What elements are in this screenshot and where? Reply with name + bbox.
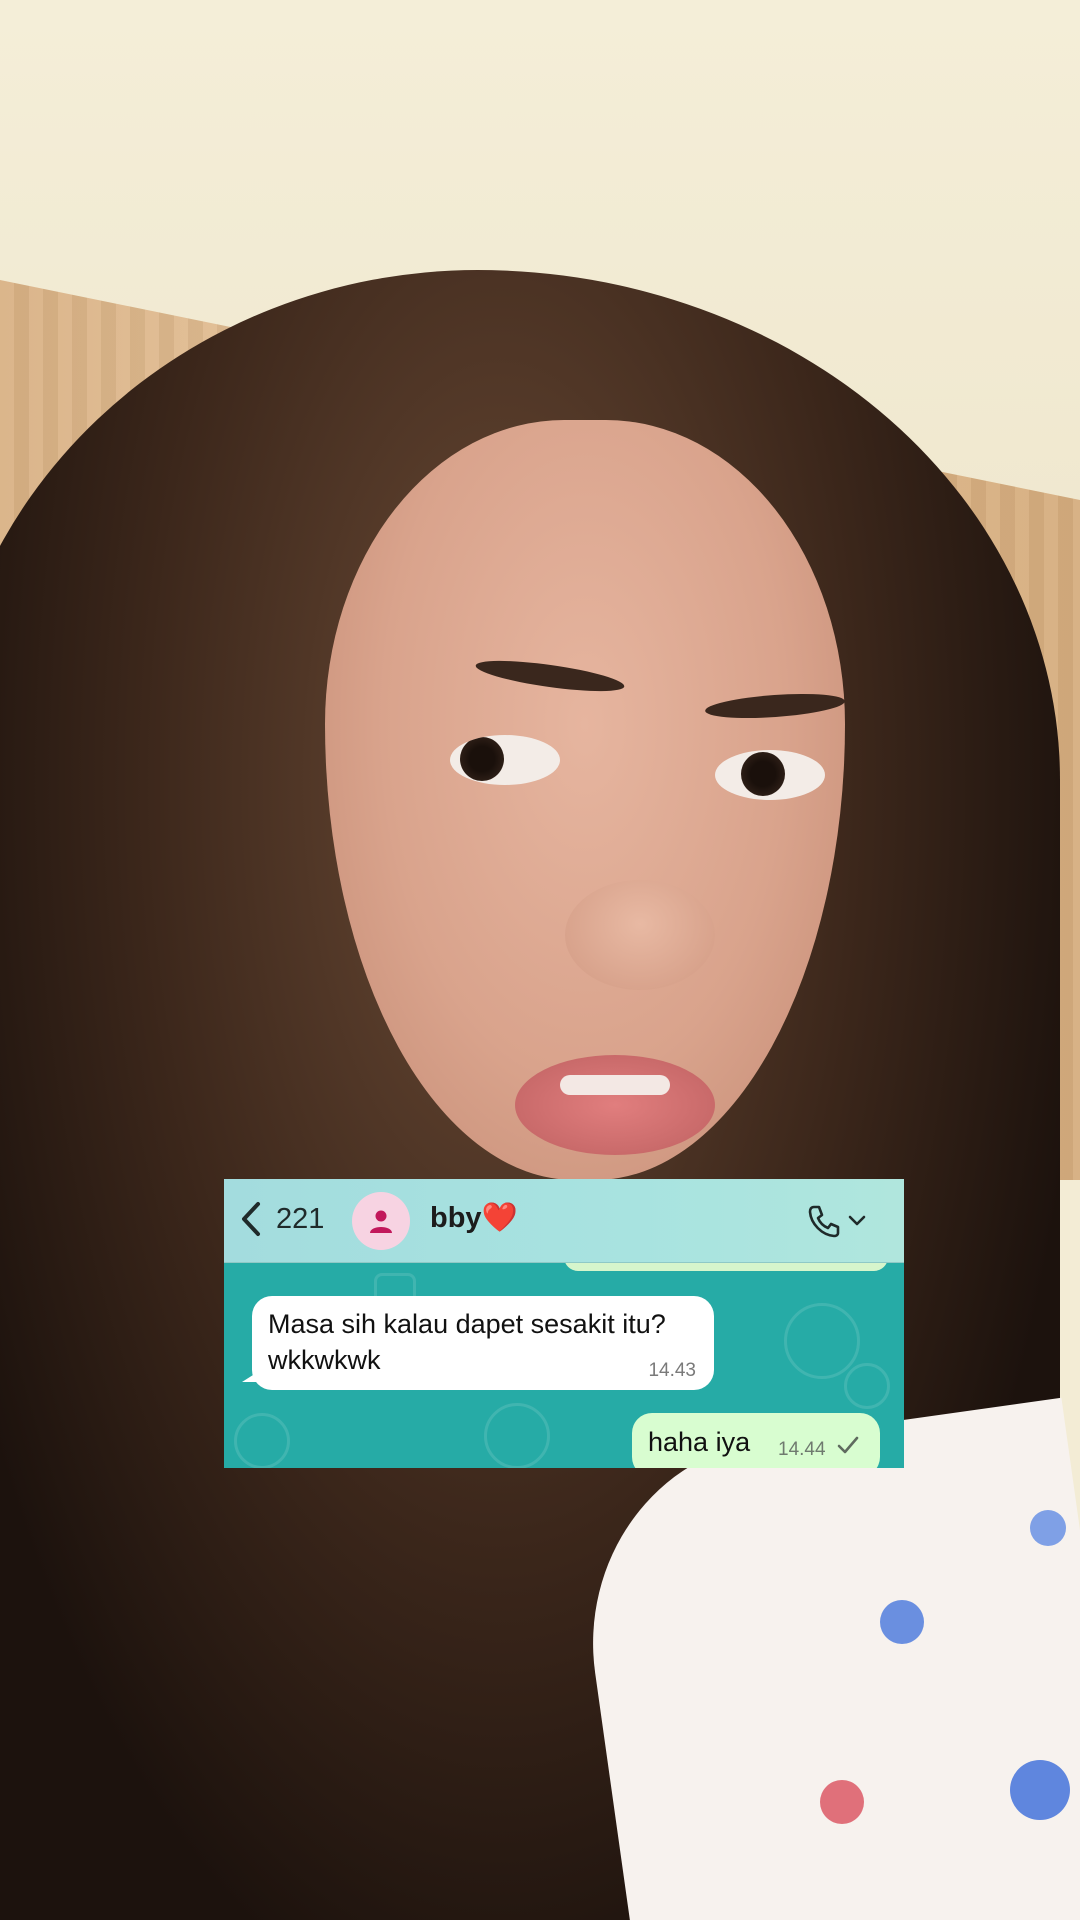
contact-name[interactable]: bby❤️ <box>430 1201 518 1235</box>
right-eye <box>715 750 825 800</box>
nose <box>565 880 715 990</box>
background-photo <box>0 0 1080 1920</box>
previous-message-bubble <box>564 1263 888 1271</box>
teeth <box>560 1075 670 1095</box>
wallpaper-doodle <box>784 1303 860 1379</box>
message-time: 14.43 <box>648 1360 696 1381</box>
shirt-flower <box>820 1780 864 1824</box>
outgoing-message[interactable]: haha iya 14.44 <box>632 1413 880 1468</box>
chat-sticker: 221 bby❤️ Masa sih kalau dapet sesakit i… <box>224 1179 904 1468</box>
chevron-down-icon <box>848 1215 866 1226</box>
message-time: 14.44 <box>778 1439 826 1460</box>
person-icon <box>370 1210 392 1233</box>
wallpaper-doodle <box>234 1413 290 1468</box>
call-button[interactable] <box>806 1201 876 1241</box>
chevron-left-icon <box>242 1202 260 1236</box>
shirt-flower <box>1030 1510 1066 1546</box>
shirt-flower <box>880 1600 924 1644</box>
unread-count: 221 <box>276 1202 325 1235</box>
shirt-flower <box>1010 1760 1070 1820</box>
back-button[interactable]: 221 <box>240 1199 324 1239</box>
lips <box>515 1055 715 1155</box>
check-icon <box>837 1436 859 1454</box>
chat-area[interactable]: Masa sih kalau dapet sesakit itu? wkkwkw… <box>224 1263 904 1468</box>
wallpaper-doodle <box>844 1363 890 1409</box>
message-text: Masa sih kalau dapet sesakit itu? wkkwkw… <box>268 1309 666 1375</box>
left-eye <box>450 735 560 785</box>
chat-header: 221 bby❤️ <box>224 1179 904 1263</box>
wallpaper-doodle <box>484 1403 550 1468</box>
avatar[interactable] <box>352 1192 410 1250</box>
message-text: haha iya <box>648 1427 751 1457</box>
phone-icon <box>808 1205 840 1238</box>
incoming-message[interactable]: Masa sih kalau dapet sesakit itu? wkkwkw… <box>252 1296 714 1390</box>
